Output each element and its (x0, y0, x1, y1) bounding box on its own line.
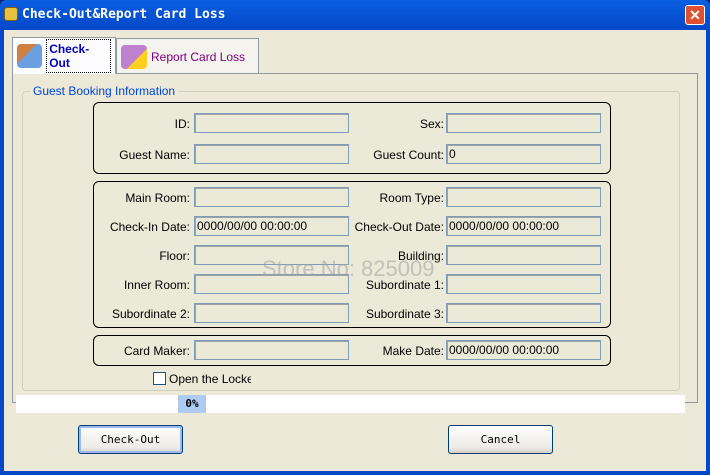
building-label: Building: (397, 249, 444, 263)
cancel-button[interactable]: Cancel (448, 425, 553, 454)
group-title: Guest Booking Information (30, 84, 179, 98)
guest-name-label: Guest Name: (119, 148, 190, 162)
app-icon (4, 7, 18, 21)
inner-room-label: Inner Room: (123, 278, 190, 292)
sub1-label: Subordinate 1: (365, 278, 444, 292)
id-label: ID: (174, 117, 190, 131)
sex-field[interactable] (446, 113, 601, 133)
progress-label: 0% (178, 395, 206, 413)
card-loss-icon (121, 44, 147, 69)
tab-check-out[interactable]: Check-Out (12, 37, 116, 74)
floor-label: Floor: (159, 249, 190, 263)
card-maker-label: Card Maker: (123, 344, 190, 358)
window-title: Check-Out&Report Card Loss (22, 7, 226, 22)
tab-label: Report Card Loss (151, 49, 246, 64)
building-field[interactable] (446, 245, 601, 265)
close-button[interactable]: ✕ (685, 5, 705, 25)
client-area: Check-Out Report Card Loss Guest Booking… (4, 30, 706, 471)
guest-count-field[interactable]: 0 (446, 144, 601, 164)
check-out-field[interactable]: 0000/00/00 00:00:00 (446, 216, 601, 236)
open-lock-label[interactable]: Open the Locke (169, 372, 251, 386)
sub1-field[interactable] (446, 274, 601, 294)
guests-icon (17, 44, 43, 68)
tab-report-card-loss[interactable]: Report Card Loss (116, 38, 259, 74)
sub2-label: Subordinate 2: (111, 307, 190, 321)
check-out-label: Check-Out Date: (354, 220, 444, 234)
progress-bar: 0% (16, 395, 685, 413)
main-room-label: Main Room: (125, 191, 190, 205)
guest-count-label: Guest Count: (373, 148, 444, 162)
open-lock-checkbox[interactable] (153, 372, 166, 385)
sub3-field[interactable] (446, 303, 601, 323)
check-in-label: Check-In Date: (109, 220, 190, 234)
room-type-label: Room Type: (379, 191, 444, 205)
room-type-field[interactable] (446, 187, 601, 207)
check-out-button[interactable]: Check-Out (78, 425, 183, 454)
sub3-label: Subordinate 3: (365, 307, 444, 321)
make-date-field[interactable]: 0000/00/00 00:00:00 (446, 340, 601, 360)
sex-label: Sex: (419, 117, 444, 131)
tab-label: Check-Out (46, 39, 111, 73)
make-date-label: Make Date: (382, 344, 444, 358)
dialog-window: Check-Out&Report Card Loss ✕ Check-Out R… (0, 0, 710, 475)
